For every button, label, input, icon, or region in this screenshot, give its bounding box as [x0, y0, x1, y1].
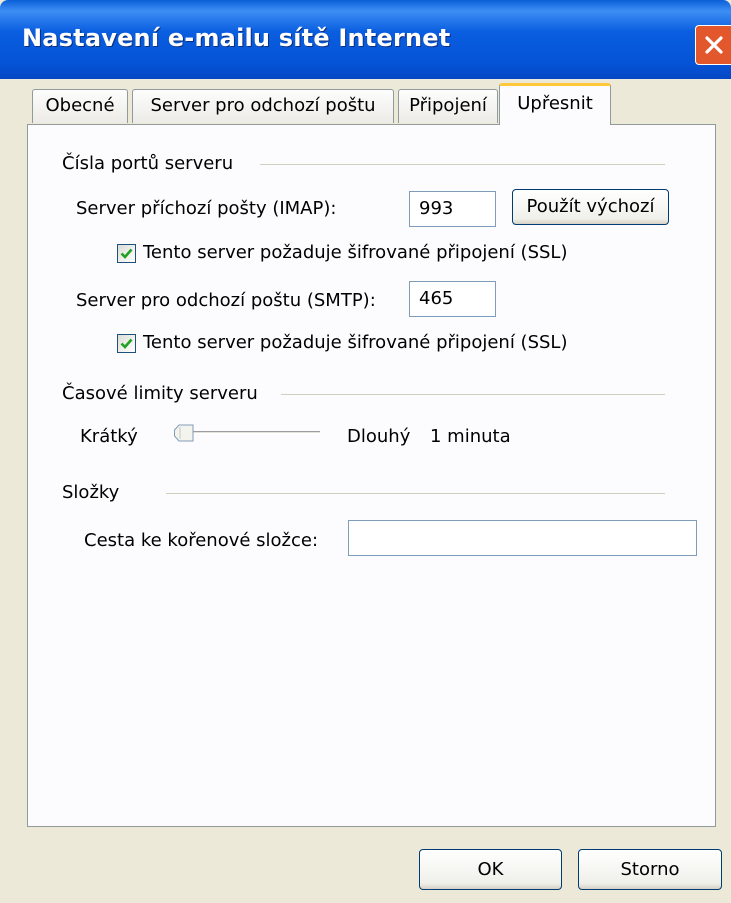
timeout-short-label: Krátký	[80, 426, 138, 447]
cancel-button[interactable]: Storno	[578, 849, 722, 890]
group-title-folders: Složky	[62, 482, 120, 503]
panel-content: Čísla portů serveru Server příchozí pošt…	[0, 0, 731, 903]
incoming-ssl-label[interactable]: Tento server požaduje šifrované připojen…	[143, 242, 567, 263]
outgoing-server-label: Server pro odchozí poštu (SMTP):	[76, 290, 376, 311]
incoming-port-input[interactable]: 993	[409, 191, 496, 227]
group-divider	[260, 164, 665, 165]
ok-button[interactable]: OK	[419, 849, 562, 890]
dialog-window: Nastavení e-mailu sítě Internet Obecné S…	[0, 0, 731, 903]
outgoing-port-input[interactable]: 465	[409, 281, 496, 317]
use-default-button[interactable]: Použít výchozí	[512, 189, 669, 225]
group-title-ports: Čísla portů serveru	[62, 153, 234, 174]
incoming-ssl-checkbox[interactable]	[117, 244, 136, 263]
root-folder-input[interactable]	[348, 520, 697, 556]
timeout-long-label: Dlouhý	[347, 426, 411, 447]
group-divider	[281, 394, 665, 395]
incoming-server-label: Server příchozí pošty (IMAP):	[76, 198, 337, 219]
outgoing-ssl-checkbox[interactable]	[117, 334, 136, 353]
checkmark-icon	[120, 338, 133, 349]
group-title-timeouts: Časové limity serveru	[62, 383, 258, 404]
timeout-value-text: 1 minuta	[430, 426, 511, 447]
checkmark-icon	[120, 248, 133, 259]
group-divider	[166, 493, 665, 494]
slider-thumb-icon[interactable]	[174, 424, 194, 442]
outgoing-ssl-label[interactable]: Tento server požaduje šifrované připojen…	[143, 332, 567, 353]
root-folder-label: Cesta ke kořenové složce:	[84, 530, 319, 551]
timeout-slider-track[interactable]	[174, 431, 320, 434]
